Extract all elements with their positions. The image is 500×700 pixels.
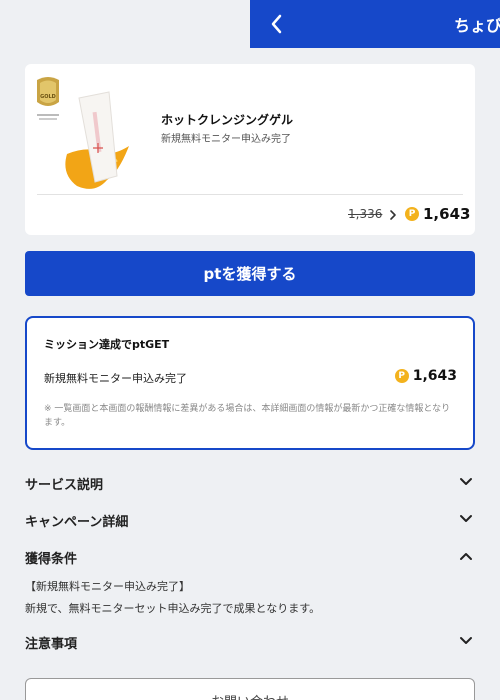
svg-text:GOLD: GOLD — [40, 94, 56, 100]
new-price: 1,643 — [423, 205, 471, 223]
section-title: キャンペーン詳細 — [25, 515, 129, 530]
chevron-down-icon — [460, 637, 472, 644]
back-button[interactable] — [264, 10, 290, 38]
section-conditions[interactable]: 獲得条件 — [25, 546, 475, 570]
chevron-up-icon — [460, 553, 472, 560]
product-status: 新規無料モニター申込み完了 — [161, 134, 291, 145]
product-name[interactable]: ホットクレンジングゲル — [161, 111, 293, 128]
mission-item-label: 新規無料モニター申込み完了 — [44, 372, 187, 385]
conditions-text: 新規で、無料モニターセット申込み完了で成果となります。 — [25, 602, 321, 615]
chevron-down-icon — [460, 515, 472, 522]
chevron-right-icon — [390, 210, 396, 220]
header-title: ちょび — [454, 16, 500, 35]
get-points-button[interactable]: ptを獲得する — [25, 251, 475, 296]
product-card: GOLD ホットクレンジングゲル 新規無料モニター申込み完了 1,336 P 1… — [25, 64, 475, 235]
header-bar: ちょび — [250, 0, 500, 48]
section-notes[interactable]: 注意事項 — [25, 631, 475, 655]
section-campaign[interactable]: キャンペーン詳細 — [25, 509, 475, 533]
conditions-label: 【新規無料モニター申込み完了】 — [25, 580, 190, 593]
point-coin-icon: P — [394, 369, 409, 383]
chevron-left-icon — [271, 14, 282, 34]
old-price: 1,336 — [348, 207, 383, 221]
section-title: サービス説明 — [25, 478, 104, 493]
divider — [37, 194, 463, 195]
mission-note: ※ 一覧画面と本画面の報酬情報に差異がある場合は、本詳細画面の情報が最新かつ正確… — [44, 404, 451, 428]
section-service[interactable]: サービス説明 — [25, 472, 475, 496]
mission-price-group: P 1,643 — [394, 368, 457, 384]
section-title: 獲得条件 — [25, 552, 78, 567]
mission-box: ミッション達成でptGET 新規無料モニター申込み完了 P 1,643 ※ 一覧… — [25, 316, 475, 450]
mission-price: 1,643 — [412, 368, 457, 384]
product-image: GOLD — [37, 76, 135, 194]
contact-button[interactable]: お問い合わせ — [25, 678, 475, 700]
chevron-down-icon — [460, 478, 472, 485]
mission-title: ミッション達成でptGET — [44, 338, 170, 351]
new-price-group: P 1,643 — [405, 205, 470, 223]
section-title: 注意事項 — [25, 637, 78, 652]
gold-award-badge: GOLD — [37, 77, 59, 120]
point-coin-icon: P — [405, 207, 419, 221]
